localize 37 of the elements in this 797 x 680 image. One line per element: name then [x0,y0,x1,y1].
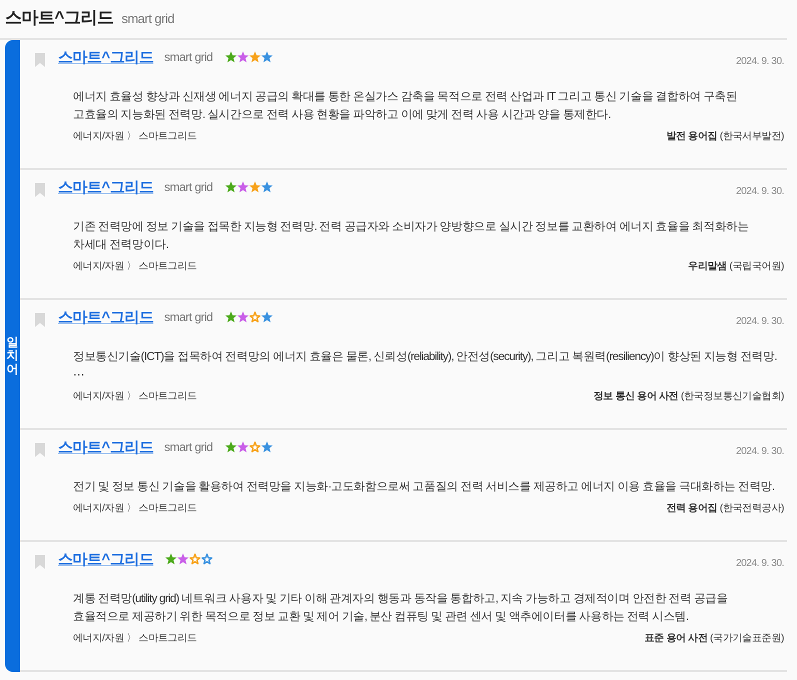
source-text: 발전 용어집 (한국서부발전) [666,130,784,144]
category-path: 에너지/자원 〉 스마트그리드 [73,390,197,404]
bookmark-icon[interactable] [35,313,45,327]
date-text: 2024. 9. 30. [736,186,784,197]
category-path: 에너지/자원 〉 스마트그리드 [73,632,197,646]
definition-text: 에너지 효율성 향상과 신재생 에너지 공급의 확대를 통한 온실가스 감축을 목적으로 전력 산업과 IT 그리고 통신 기술을 결합하여 구축된 고효율의 지능화된 전력망. 실시간으로 전력 사용 현황을 파악하고 이에 맞게 전력 사용 시간과 양을 통제한다. [73,89,738,123]
term-link[interactable]: 스마트^그리드 [58,438,154,456]
source-text: 표준 용어 사전 (국가기술표준원) [644,632,784,646]
definition-text: 기존 전력망에 정보 기술을 접목한 지능형 전력망. 전력 공급자와 소비자가 양방향으로 실시간 정보를 교환하여 에너지 효율을 최적화하는 차세대 전력망이다. [73,219,750,253]
category-path: 에너지/자원 〉 스마트그리드 [73,260,197,274]
page-title: 스마트^그리드 [5,6,114,28]
english-term: smart grid [164,440,213,454]
match-label-bar: 일치어 [5,40,20,672]
english-term: smart grid [164,310,213,324]
definition-text: 전기 및 정보 통신 기술을 활용하여 전력망을 지능화·고도화함으로써 고품질의 전력 서비스를 제공하고 에너지 이용 효율을 극대화하는 전력망. [73,479,776,495]
date-text: 2024. 9. 30. [736,446,784,457]
date-text: 2024. 9. 30. [736,558,784,569]
bookmark-icon[interactable] [35,183,45,197]
term-link[interactable]: 스마트^그리드 [58,48,154,66]
date-text: 2024. 9. 30. [736,56,784,67]
definition-text: 계통 전력망(utility grid) 네트워크 사용자 및 기타 이해 관계자의 행동과 동작을 통합하고, 지속 가능하고 경제적이며 안전한 전력 공급을 효율적으로 제공하기 위한 목적으로 정보 교환 및 제어 기술, 분산 컴퓨팅 및 관련 센서 및 액추에이터를 사용하는 전력 시스템. [73,591,729,625]
definition-text: 정보통신기술(ICT)을 접목하여 전력망의 에너지 효율은 물론, 신뢰성(reliability), 안전성(security), 그리고 복원력(resiliency)이 향상된 지능형 전력망. ⋯ [73,349,778,383]
page-subtitle: smart grid [121,10,174,26]
english-term: smart grid [164,180,213,194]
bookmark-icon[interactable] [35,53,45,67]
category-path: 에너지/자원 〉 스마트그리드 [73,502,197,516]
english-term: smart grid [164,50,213,64]
date-text: 2024. 9. 30. [736,316,784,327]
bookmark-icon[interactable] [35,443,45,457]
category-path: 에너지/자원 〉 스마트그리드 [73,130,197,144]
term-link[interactable]: 스마트^그리드 [58,550,154,568]
source-text: 전력 용어집 (한국전력공사) [666,502,784,516]
source-text: 우리말샘 (국립국어원) [688,260,784,274]
bookmark-icon[interactable] [35,555,45,569]
term-link[interactable]: 스마트^그리드 [58,308,154,326]
source-text: 정보 통신 용어 사전 (한국정보통신기술협회) [593,390,784,404]
term-link[interactable]: 스마트^그리드 [58,178,154,196]
